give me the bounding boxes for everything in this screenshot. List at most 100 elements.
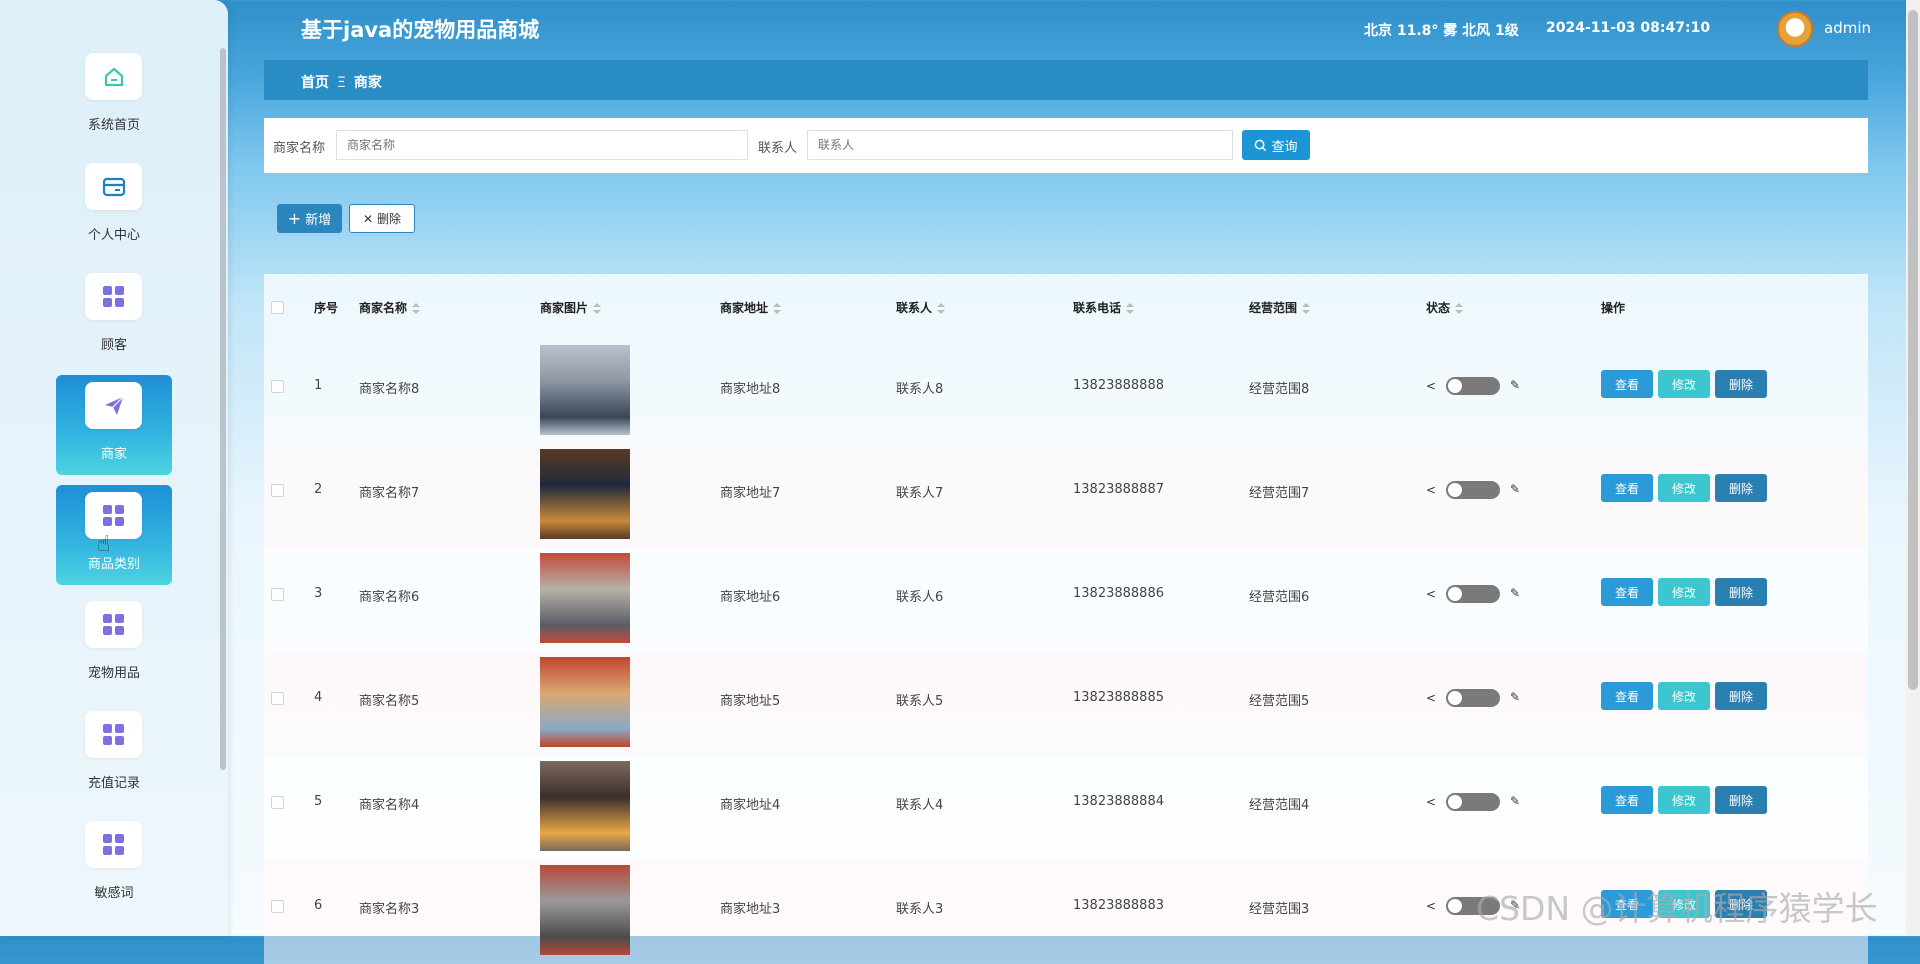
sidebar-item-sensitive-words[interactable]: 敏感词 xyxy=(56,814,172,914)
table-row: 5 商家名称4 商家地址4 联系人4 13823888884 经营范围4 < ✎ 查看 修改 删除 xyxy=(264,756,1868,860)
grid-icon xyxy=(85,273,142,320)
page-scrollbar-thumb[interactable] xyxy=(1908,10,1918,690)
add-button[interactable]: + 新增 xyxy=(277,204,342,233)
merchant-image[interactable] xyxy=(540,553,630,643)
username[interactable]: admin xyxy=(1824,19,1871,37)
merchant-image[interactable] xyxy=(540,761,630,851)
share-icon[interactable]: < xyxy=(1426,587,1436,601)
share-icon[interactable]: < xyxy=(1426,483,1436,497)
column-header[interactable]: 商家地址 xyxy=(720,299,782,316)
edit-button[interactable]: 修改 xyxy=(1658,786,1710,814)
pencil-icon[interactable]: ✎ xyxy=(1510,690,1520,704)
view-button[interactable]: 查看 xyxy=(1601,474,1653,502)
hand-cursor-icon: ☝ xyxy=(97,532,111,557)
send-icon xyxy=(85,382,142,429)
sidebar-scrollbar[interactable] xyxy=(220,48,226,770)
edit-button[interactable]: 修改 xyxy=(1658,578,1710,606)
row-checkbox[interactable] xyxy=(271,484,284,497)
merchant-phone: 13823888883 xyxy=(1073,898,1164,913)
breadcrumb-home[interactable]: 首页 xyxy=(301,75,329,91)
share-icon[interactable]: < xyxy=(1426,899,1436,913)
row-index: 4 xyxy=(314,690,323,705)
merchant-name: 商家名称6 xyxy=(359,590,420,605)
status-toggle[interactable] xyxy=(1446,585,1500,603)
sort-icon[interactable] xyxy=(1302,302,1311,315)
delete-row-button[interactable]: 删除 xyxy=(1715,786,1767,814)
column-header[interactable]: 商家图片 xyxy=(540,299,602,316)
row-checkbox[interactable] xyxy=(271,900,284,913)
share-icon[interactable]: < xyxy=(1426,379,1436,393)
status-toggle[interactable] xyxy=(1446,377,1500,395)
column-header[interactable]: 商家名称 xyxy=(359,299,421,316)
share-icon[interactable]: < xyxy=(1426,795,1436,809)
sort-icon[interactable] xyxy=(937,302,946,315)
merchant-image[interactable] xyxy=(540,345,630,435)
status-toggle[interactable] xyxy=(1446,793,1500,811)
merchant-image[interactable] xyxy=(540,865,630,955)
status-toggle[interactable] xyxy=(1446,481,1500,499)
sidebar-item-home[interactable]: 系统首页 xyxy=(56,46,172,146)
merchant-scope: 经营范围7 xyxy=(1249,486,1310,501)
status-toggle[interactable] xyxy=(1446,689,1500,707)
sort-icon[interactable] xyxy=(1126,302,1135,315)
sidebar-item-label: 敏感词 xyxy=(94,886,134,901)
edit-button[interactable]: 修改 xyxy=(1658,370,1710,398)
merchant-name: 商家名称7 xyxy=(359,486,420,501)
row-checkbox[interactable] xyxy=(271,588,284,601)
sort-icon[interactable] xyxy=(773,302,782,315)
delete-row-button[interactable]: 删除 xyxy=(1715,474,1767,502)
sidebar-item-profile[interactable]: 个人中心 xyxy=(56,156,172,256)
sidebar-item-recharge[interactable]: 充值记录 xyxy=(56,704,172,804)
row-checkbox[interactable] xyxy=(271,380,284,393)
sidebar-item-categories[interactable]: 商品类别 xyxy=(56,485,172,585)
current-datetime: 2024-11-03 08:47:10 xyxy=(1546,20,1711,36)
sidebar-item-merchants[interactable]: 商家 xyxy=(56,375,172,475)
column-header[interactable]: 经营范围 xyxy=(1249,299,1311,316)
sidebar-item-label: 商品类别 xyxy=(87,557,140,572)
page-scrollbar[interactable] xyxy=(1906,0,1920,936)
sort-icon[interactable] xyxy=(412,302,421,315)
row-checkbox[interactable] xyxy=(271,796,284,809)
search-button[interactable]: 查询 xyxy=(1242,130,1310,160)
pencil-icon[interactable]: ✎ xyxy=(1510,378,1520,392)
grid-icon xyxy=(85,821,142,868)
row-index: 6 xyxy=(314,898,323,913)
breadcrumb-bar: 首页 Ξ 商家 xyxy=(264,60,1868,100)
view-button[interactable]: 查看 xyxy=(1601,682,1653,710)
row-index: 5 xyxy=(314,794,323,809)
close-icon: ✕ xyxy=(362,211,374,226)
edit-button[interactable]: 修改 xyxy=(1658,474,1710,502)
row-checkbox[interactable] xyxy=(271,692,284,705)
sort-icon[interactable] xyxy=(593,302,602,315)
delete-row-button[interactable]: 删除 xyxy=(1715,578,1767,606)
share-icon[interactable]: < xyxy=(1426,691,1436,705)
view-button[interactable]: 查看 xyxy=(1601,786,1653,814)
contact-input[interactable] xyxy=(807,130,1233,160)
home-icon xyxy=(85,53,142,100)
batch-delete-button[interactable]: ✕ 删除 xyxy=(349,204,415,233)
pencil-icon[interactable]: ✎ xyxy=(1510,794,1520,808)
pencil-icon[interactable]: ✎ xyxy=(1510,482,1520,496)
column-header[interactable]: 联系电话 xyxy=(1073,299,1135,316)
sort-icon[interactable] xyxy=(1455,302,1464,315)
view-button[interactable]: 查看 xyxy=(1601,578,1653,606)
delete-row-button[interactable]: 删除 xyxy=(1715,370,1767,398)
avatar[interactable] xyxy=(1777,11,1813,47)
merchant-phone: 13823888886 xyxy=(1073,586,1164,601)
column-header[interactable]: 联系人 xyxy=(896,299,946,316)
merchant-image[interactable] xyxy=(540,657,630,747)
sidebar-item-pet-supplies[interactable]: 宠物用品 xyxy=(56,594,172,694)
merchant-phone: 13823888887 xyxy=(1073,482,1164,497)
add-button-label: 新增 xyxy=(305,213,332,228)
pencil-icon[interactable]: ✎ xyxy=(1510,586,1520,600)
column-header[interactable]: 状态 xyxy=(1426,299,1464,316)
select-all-checkbox[interactable] xyxy=(271,301,284,314)
merchant-scope: 经营范围6 xyxy=(1249,590,1310,605)
edit-button[interactable]: 修改 xyxy=(1658,682,1710,710)
delete-row-button[interactable]: 删除 xyxy=(1715,682,1767,710)
view-button[interactable]: 查看 xyxy=(1601,370,1653,398)
merchant-name-input[interactable] xyxy=(336,130,748,160)
sidebar-item-customers[interactable]: 顾客 xyxy=(56,266,172,366)
row-index: 1 xyxy=(314,378,323,393)
merchant-image[interactable] xyxy=(540,449,630,539)
